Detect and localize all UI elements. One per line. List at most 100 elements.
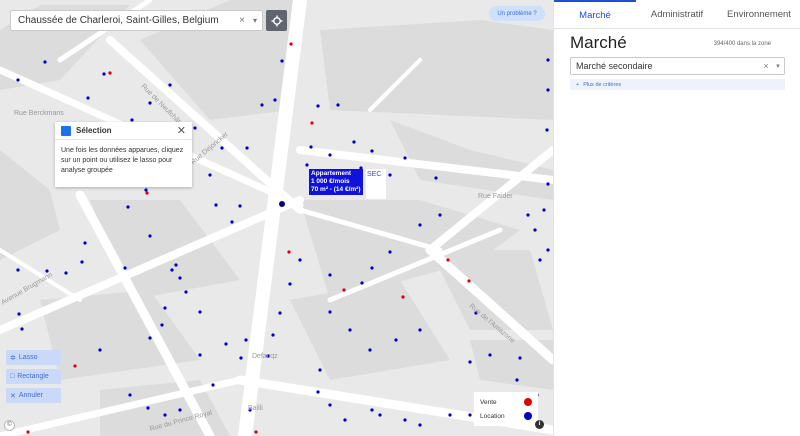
rent-marker[interactable] xyxy=(546,182,550,186)
sale-marker[interactable] xyxy=(342,288,346,292)
rent-marker[interactable] xyxy=(271,333,275,337)
clear-icon[interactable]: × xyxy=(760,61,772,71)
rent-marker[interactable] xyxy=(360,281,364,285)
rectangle-button[interactable]: □ Rectangle xyxy=(6,369,61,384)
locate-button[interactable] xyxy=(266,10,287,31)
rent-marker[interactable] xyxy=(434,176,438,180)
rent-marker[interactable] xyxy=(546,248,550,252)
rent-marker[interactable] xyxy=(148,101,152,105)
rent-marker[interactable] xyxy=(378,413,382,417)
rent-marker[interactable] xyxy=(309,145,313,149)
rent-marker[interactable] xyxy=(526,213,530,217)
rent-marker[interactable] xyxy=(224,342,228,346)
close-icon[interactable]: ✕ xyxy=(177,125,186,136)
rent-marker[interactable] xyxy=(273,98,277,102)
rent-marker[interactable] xyxy=(352,140,356,144)
rent-marker[interactable] xyxy=(245,146,249,150)
rent-marker[interactable] xyxy=(43,60,47,64)
rent-marker[interactable] xyxy=(542,208,546,212)
rent-marker[interactable] xyxy=(336,103,340,107)
report-problem-button[interactable]: Un problème ? xyxy=(489,6,545,21)
selected-marker[interactable] xyxy=(279,201,285,207)
rent-marker[interactable] xyxy=(403,156,407,160)
rent-marker[interactable] xyxy=(403,418,407,422)
rent-marker[interactable] xyxy=(515,378,519,382)
rent-marker[interactable] xyxy=(102,72,106,76)
rent-marker[interactable] xyxy=(126,205,130,209)
rent-marker[interactable] xyxy=(488,353,492,357)
rent-marker[interactable] xyxy=(305,163,309,167)
rent-marker[interactable] xyxy=(148,234,152,238)
rent-marker[interactable] xyxy=(448,413,452,417)
rent-marker[interactable] xyxy=(298,258,302,262)
clear-icon[interactable]: × xyxy=(236,15,248,26)
rent-marker[interactable] xyxy=(193,126,197,130)
rent-marker[interactable] xyxy=(208,173,212,177)
rent-marker[interactable] xyxy=(368,348,372,352)
lasso-button[interactable]: ✲ Lasso xyxy=(6,350,61,365)
rent-marker[interactable] xyxy=(546,58,550,62)
more-criteria-button[interactable]: + Plus de critères xyxy=(570,79,785,90)
rent-marker[interactable] xyxy=(418,223,422,227)
sale-marker[interactable] xyxy=(73,364,77,368)
rent-marker[interactable] xyxy=(148,336,152,340)
rent-marker[interactable] xyxy=(328,153,332,157)
rent-marker[interactable] xyxy=(418,328,422,332)
sale-marker[interactable] xyxy=(446,258,450,262)
rent-marker[interactable] xyxy=(370,408,374,412)
rent-marker[interactable] xyxy=(438,213,442,217)
sale-marker[interactable] xyxy=(289,42,293,46)
rent-marker[interactable] xyxy=(20,327,24,331)
rent-marker[interactable] xyxy=(16,78,20,82)
rent-marker[interactable] xyxy=(518,356,522,360)
rent-marker[interactable] xyxy=(316,390,320,394)
chevron-down-icon[interactable]: ▾ xyxy=(772,62,784,70)
sale-marker[interactable] xyxy=(26,430,30,434)
rent-marker[interactable] xyxy=(214,203,218,207)
rent-marker[interactable] xyxy=(280,59,284,63)
rent-marker[interactable] xyxy=(17,312,21,316)
rent-marker[interactable] xyxy=(168,83,172,87)
address-search-input[interactable]: Chaussée de Charleroi, Saint-Gilles, Bel… xyxy=(10,10,263,31)
sale-marker[interactable] xyxy=(287,250,291,254)
sale-marker[interactable] xyxy=(401,295,405,299)
rent-marker[interactable] xyxy=(370,266,374,270)
rent-marker[interactable] xyxy=(83,241,87,245)
sale-marker[interactable] xyxy=(310,121,314,125)
rent-marker[interactable] xyxy=(468,413,472,417)
tab-environnement[interactable]: Environnement xyxy=(718,0,800,28)
rent-marker[interactable] xyxy=(546,88,550,92)
rent-marker[interactable] xyxy=(468,360,472,364)
rent-marker[interactable] xyxy=(128,393,132,397)
rent-marker[interactable] xyxy=(394,338,398,342)
rent-marker[interactable] xyxy=(144,188,148,192)
rent-marker[interactable] xyxy=(244,338,248,342)
rent-marker[interactable] xyxy=(211,383,215,387)
rent-marker[interactable] xyxy=(160,323,164,327)
rent-marker[interactable] xyxy=(146,406,150,410)
rent-marker[interactable] xyxy=(388,250,392,254)
rent-marker[interactable] xyxy=(184,290,188,294)
rent-marker[interactable] xyxy=(123,266,127,270)
rent-marker[interactable] xyxy=(198,310,202,314)
market-type-select[interactable]: Marché secondaire × ▾ xyxy=(570,57,785,75)
sale-marker[interactable] xyxy=(467,279,471,283)
rent-marker[interactable] xyxy=(16,268,20,272)
rent-marker[interactable] xyxy=(316,104,320,108)
rent-marker[interactable] xyxy=(260,103,264,107)
map[interactable]: Rue de Neufchâtel Rue Berckmans Rue Dejo… xyxy=(0,0,553,436)
sale-marker[interactable] xyxy=(108,71,112,75)
rent-marker[interactable] xyxy=(220,146,224,150)
rent-marker[interactable] xyxy=(163,413,167,417)
rent-marker[interactable] xyxy=(174,263,178,267)
rent-marker[interactable] xyxy=(198,353,202,357)
rent-marker[interactable] xyxy=(388,173,392,177)
rent-marker[interactable] xyxy=(80,260,84,264)
sale-marker[interactable] xyxy=(254,430,258,434)
rent-marker[interactable] xyxy=(230,220,234,224)
tab-marche[interactable]: Marché xyxy=(554,0,636,28)
attribution-icon[interactable]: © xyxy=(4,420,15,431)
rent-marker[interactable] xyxy=(278,311,282,315)
info-icon[interactable]: i xyxy=(535,420,544,429)
rent-marker[interactable] xyxy=(418,423,422,427)
